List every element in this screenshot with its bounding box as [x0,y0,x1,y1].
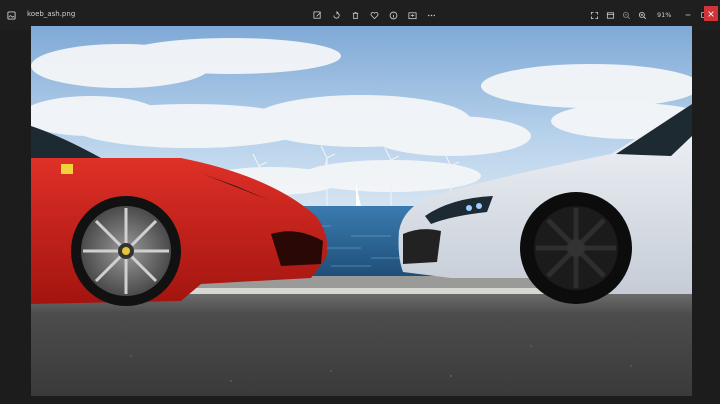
fullscreen-icon[interactable] [587,8,601,22]
car-photo [31,26,692,396]
photos-app-icon [4,8,18,22]
rotate-icon[interactable] [329,8,343,22]
image-toolbar [310,8,438,22]
close-button[interactable] [704,6,718,21]
share-icon[interactable] [405,8,419,22]
edit-icon[interactable] [310,8,324,22]
minimize-icon[interactable] [681,8,695,22]
zoom-in-icon[interactable] [635,8,649,22]
file-name: koeb_ash.png [27,10,76,18]
zoom-toolbar: 91% [587,8,711,22]
zoom-out-icon[interactable] [619,8,633,22]
delete-icon[interactable] [348,8,362,22]
info-icon[interactable] [386,8,400,22]
photo-viewer-image[interactable] [31,26,692,396]
close-icon [708,10,714,17]
slideshow-icon[interactable] [603,8,617,22]
zoom-level[interactable]: 91% [657,11,671,19]
more-icon[interactable] [424,8,438,22]
heart-icon[interactable] [367,8,381,22]
left-margin [0,30,31,404]
right-margin [692,30,720,404]
